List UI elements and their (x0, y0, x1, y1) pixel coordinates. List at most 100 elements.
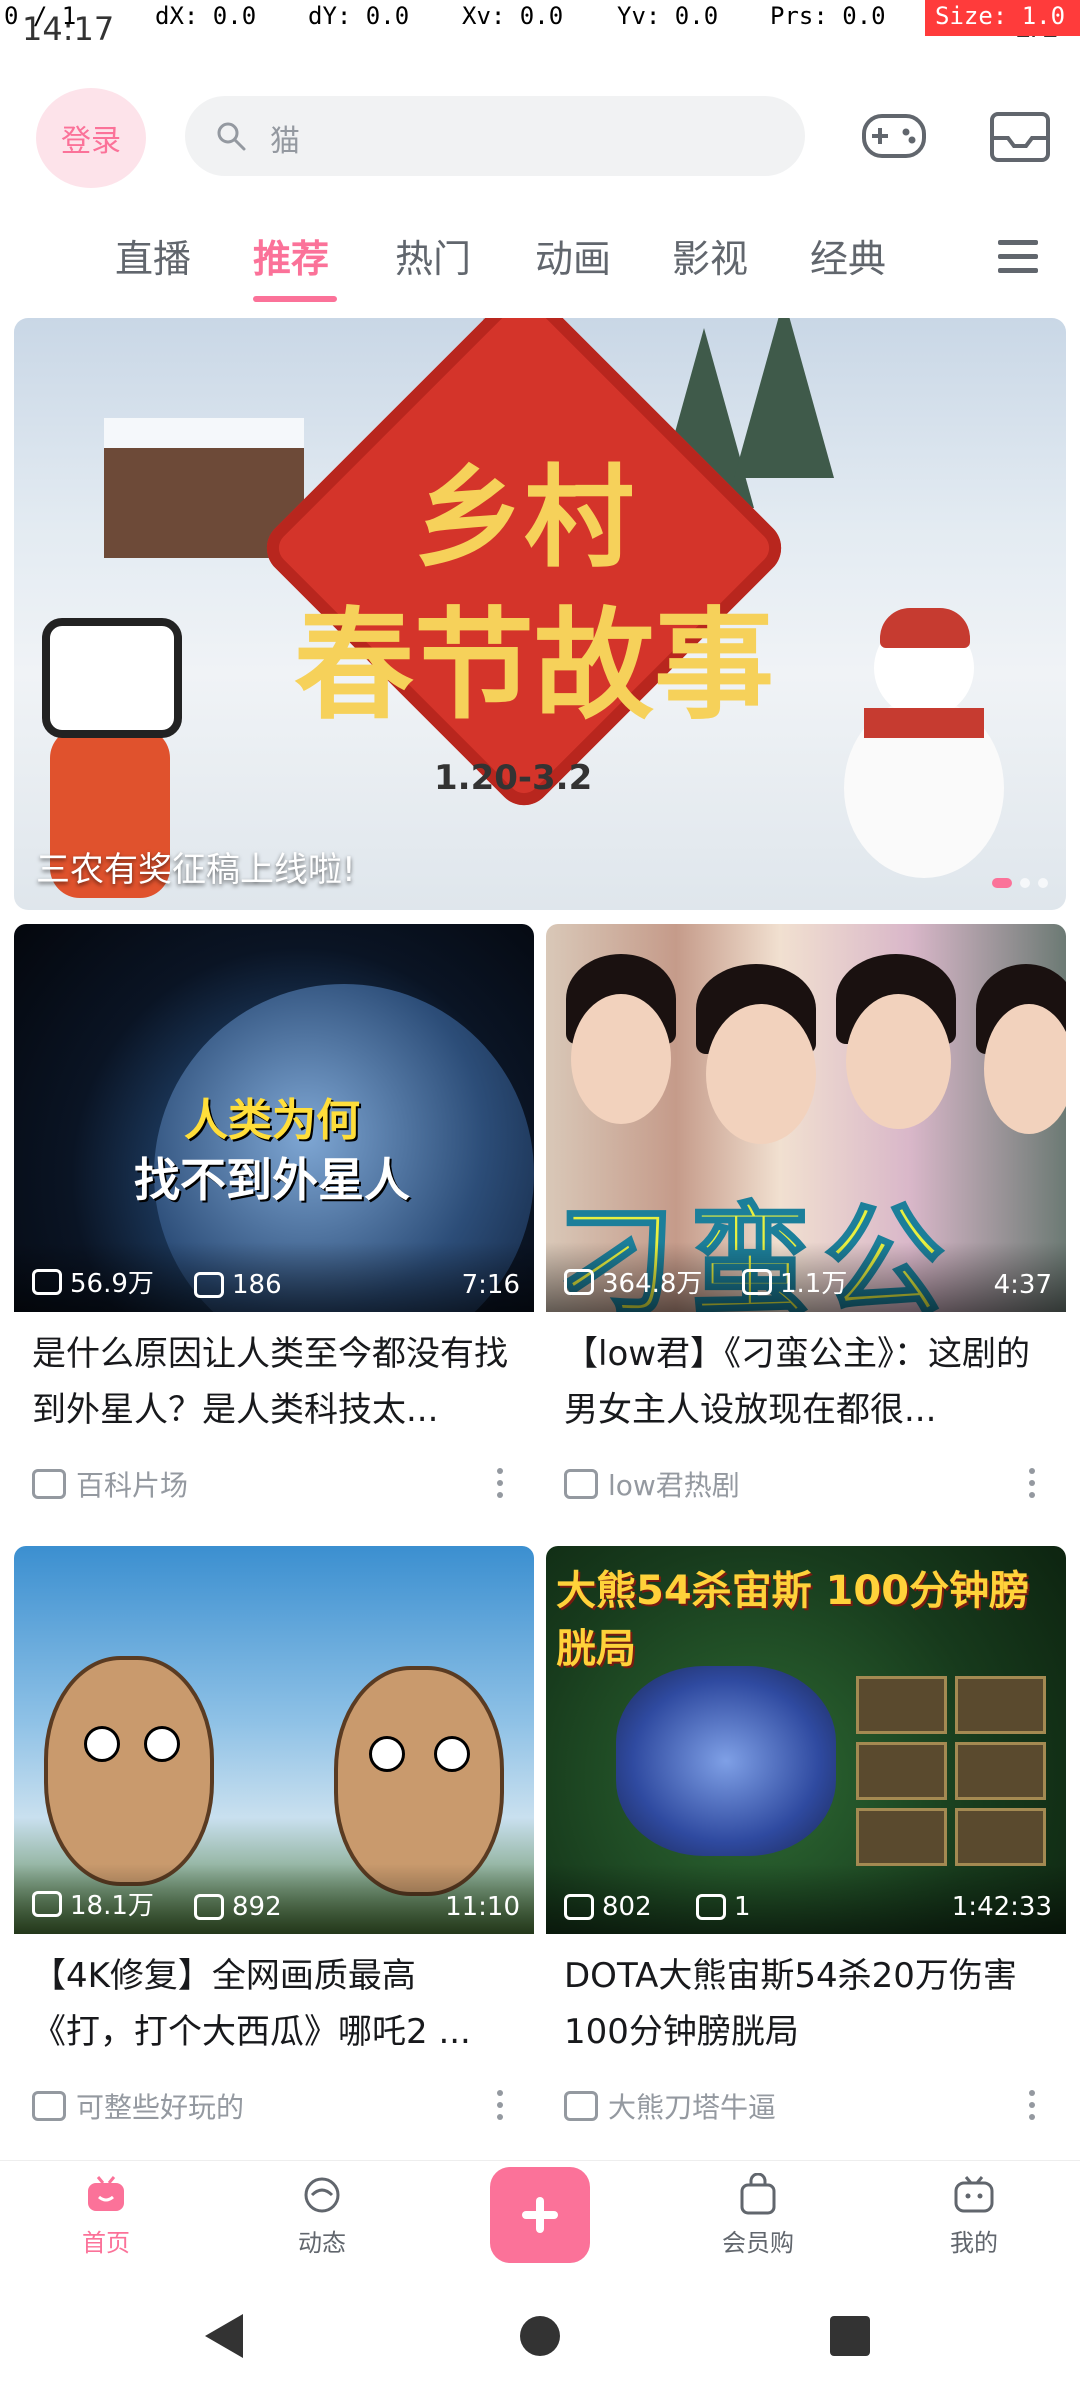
mail-icon[interactable] (984, 102, 1056, 170)
more-options-icon[interactable] (1022, 1468, 1042, 1498)
more-options-icon[interactable] (490, 1468, 510, 1498)
publish-plus-icon[interactable] (490, 2167, 590, 2263)
item-slot (856, 1808, 947, 1866)
uploader-name: 百科片场 (76, 1469, 189, 1502)
duration: 7:16 (461, 1270, 520, 1300)
face-shape (706, 1004, 816, 1144)
video-title[interactable]: 【4K修复】全网画质最高《打，打个大西瓜》哪吒2 ... (32, 1948, 516, 2060)
uploader[interactable]: 大熊刀塔牛逼 (564, 2086, 776, 2126)
video-card[interactable]: 刁蛮公主 364.8万 1.1万 4:37 【low君】《刁蛮公主》：这剧的男女… (546, 924, 1066, 1536)
menu-icon[interactable] (998, 234, 1038, 280)
duration: 1:42:33 (951, 1892, 1052, 1922)
danmaku-count-text: 186 (232, 1270, 282, 1300)
view-count: 802 (564, 1892, 652, 1922)
play-count-icon (32, 1268, 62, 1295)
bilibili-mascot-icon (42, 618, 182, 738)
uploader-name: low君热剧 (608, 1469, 740, 1502)
view-count: 56.9万 (32, 1263, 154, 1300)
back-icon[interactable] (205, 2314, 243, 2358)
tab-live[interactable]: 直播 (115, 228, 191, 283)
danmaku-icon (696, 1894, 726, 1920)
danmaku-count: 892 (194, 1892, 282, 1922)
nav-shop-label: 会员购 (722, 2229, 794, 2257)
video-card[interactable]: 人类为何 找不到外星人 56.9万 186 7:16 是什么原因让人类至今都没有… (14, 924, 534, 1536)
view-count: 18.1万 (32, 1885, 154, 1922)
pager-dot (992, 878, 1012, 888)
danmaku-count: 186 (194, 1270, 282, 1300)
system-navigation-bar (0, 2272, 1080, 2400)
video-card[interactable]: 18.1万 892 11:10 【4K修复】全网画质最高《打，打个大西瓜》哪吒2… (14, 1546, 534, 2158)
feed-icon (304, 2177, 340, 2213)
video-thumbnail[interactable]: 刁蛮公主 364.8万 1.1万 4:37 (546, 924, 1066, 1312)
video-title[interactable]: DOTA大熊宙斯54杀20万伤害100分钟膀胱局 (564, 1948, 1048, 2060)
snowman-hat (880, 608, 970, 648)
shopping-bag-icon (740, 2173, 776, 2215)
tab-recommend[interactable]: 推荐 (253, 228, 329, 283)
play-count-icon (32, 1890, 62, 1917)
face-shape (571, 994, 671, 1124)
uploader-icon (32, 1469, 66, 1499)
item-slot (856, 1742, 947, 1800)
search-input[interactable]: 猫 (270, 116, 300, 160)
nav-profile-label: 我的 (950, 2229, 998, 2257)
thumbnail-text: 找不到外星人 (134, 1153, 410, 1207)
nav-home[interactable]: 首页 (36, 2171, 176, 2271)
video-card[interactable]: 大熊54杀宙斯 100分钟膀胱局 802 1 1:42:33 DOTA大熊宙斯5… (546, 1546, 1066, 2158)
cartoon-eye (434, 1736, 470, 1772)
uploader-icon (32, 2091, 66, 2121)
item-slot (856, 1676, 947, 1734)
pointer-xv: Xv: 0.0 (462, 2, 564, 30)
video-thumbnail[interactable]: 大熊54杀宙斯 100分钟膀胱局 802 1 1:42:33 (546, 1546, 1066, 1934)
pointer-dx: dX: 0.0 (155, 2, 257, 30)
promo-banner[interactable]: 乡村 春节故事 1.20-3.2 三农有奖征稿上线啦! (14, 318, 1066, 910)
play-count-icon (564, 1268, 594, 1295)
nav-profile[interactable]: 我的 (904, 2171, 1044, 2271)
uploader-icon (564, 2091, 598, 2121)
hero-illustration (616, 1666, 836, 1856)
danmaku-count: 1.1万 (742, 1263, 847, 1300)
pointer-count: 0 / 1 (4, 2, 77, 30)
recent-apps-icon[interactable] (830, 2316, 870, 2356)
danmaku-icon (194, 1272, 224, 1298)
more-options-icon[interactable] (1022, 2090, 1042, 2120)
top-header: 登录 猫 (0, 66, 1080, 206)
uploader-name: 大熊刀塔牛逼 (608, 2091, 777, 2124)
video-title[interactable]: 是什么原因让人类至今都没有找到外星人？是人类科技太... (32, 1326, 516, 1438)
nav-feed[interactable]: 动态 (252, 2171, 392, 2271)
app-root: 14:17 LTE 0 / 1 dX: 0.0 dY: 0.0 Xv: 0.0 … (0, 0, 1080, 2400)
tab-film[interactable]: 影视 (672, 228, 748, 283)
pointer-prs: Prs: 0.0 (770, 2, 886, 30)
pointer-size: Size: 1.0 (925, 0, 1080, 36)
home-icon[interactable] (520, 2316, 560, 2356)
pager-dot (1038, 878, 1048, 888)
video-thumbnail[interactable]: 18.1万 892 11:10 (14, 1546, 534, 1934)
search-bar[interactable]: 猫 (185, 96, 805, 176)
gamepad-icon[interactable] (858, 102, 930, 170)
tab-classic[interactable]: 经典 (810, 228, 886, 283)
pager-dot (1020, 878, 1030, 888)
uploader[interactable]: 百科片场 (32, 1464, 188, 1504)
home-tv-icon (88, 2176, 124, 2211)
video-thumbnail[interactable]: 人类为何 找不到外星人 56.9万 186 7:16 (14, 924, 534, 1312)
search-icon (217, 122, 246, 151)
snowman-scarf (864, 708, 984, 738)
tab-hot[interactable]: 热门 (395, 228, 471, 283)
banner-title-line2: 春节故事 (294, 595, 774, 736)
uploader[interactable]: low君热剧 (564, 1464, 740, 1504)
tab-anime[interactable]: 动画 (535, 228, 611, 283)
login-avatar-button[interactable]: 登录 (36, 88, 146, 188)
danmaku-count-text: 1 (734, 1892, 751, 1922)
more-options-icon[interactable] (490, 2090, 510, 2120)
view-count-text: 56.9万 (70, 1269, 154, 1299)
uploader[interactable]: 可整些好玩的 (32, 2086, 244, 2126)
uploader-icon (564, 1469, 598, 1499)
nav-shop[interactable]: 会员购 (688, 2171, 828, 2271)
duration: 4:37 (993, 1270, 1052, 1300)
nav-feed-label: 动态 (298, 2229, 346, 2257)
duration: 11:10 (445, 1892, 520, 1922)
danmaku-icon (742, 1268, 772, 1295)
danmaku-count-text: 892 (232, 1892, 282, 1922)
video-title[interactable]: 【low君】《刁蛮公主》：这剧的男女主人设放现在都很... (564, 1326, 1048, 1438)
item-grid (856, 1676, 1046, 1866)
face-shape (984, 1004, 1066, 1134)
